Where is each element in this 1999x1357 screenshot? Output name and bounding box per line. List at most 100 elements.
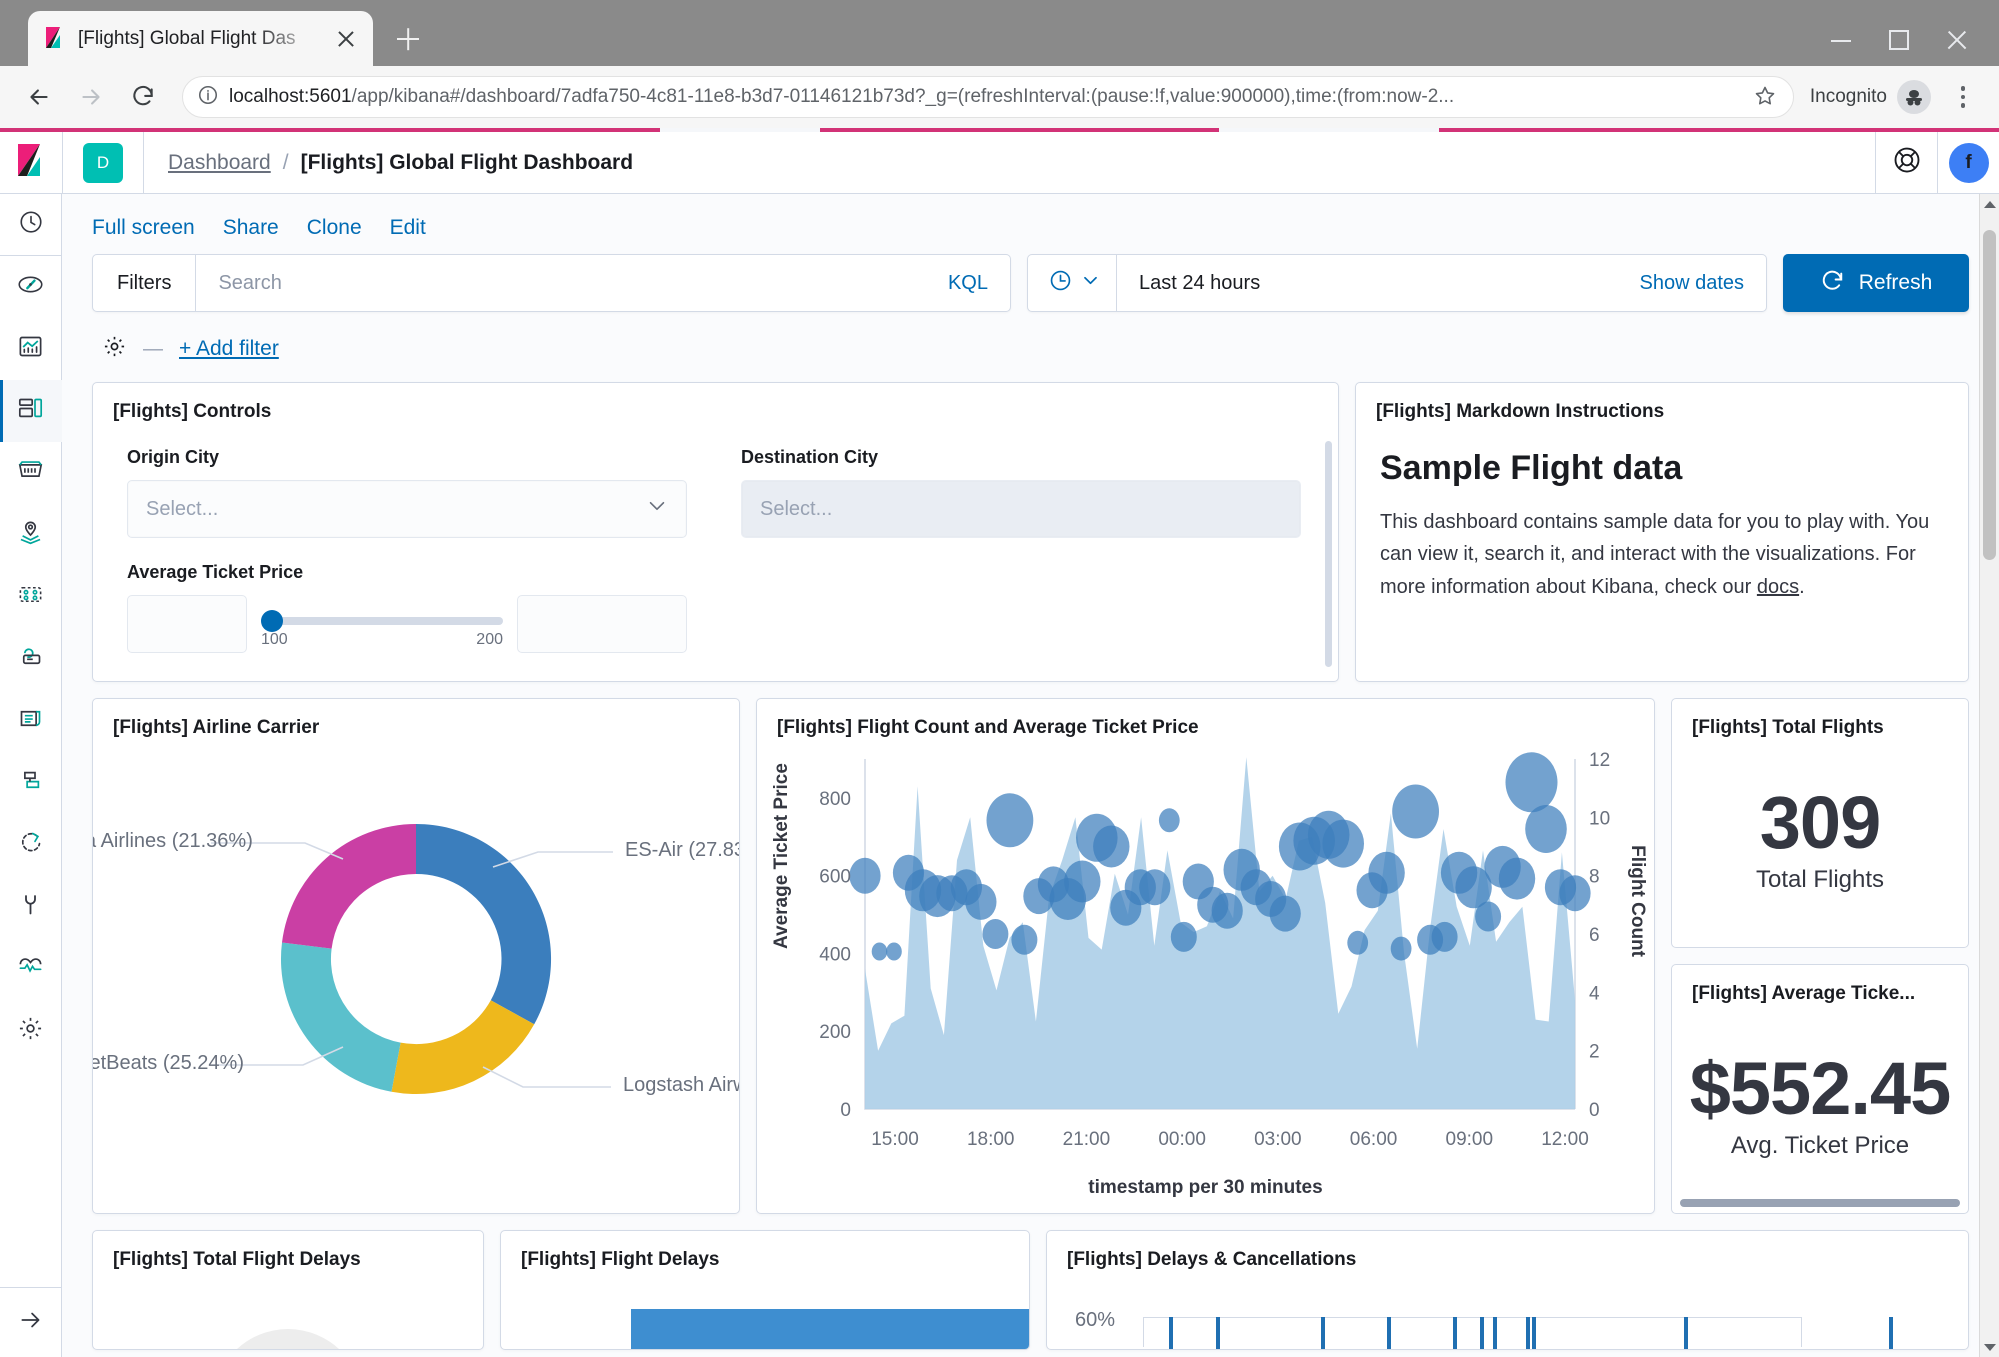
panel-flights-controls: [Flights] Controls Origin City Select... — [92, 382, 1339, 682]
sidebar-item-monitoring[interactable] — [0, 938, 62, 1000]
panel-title: [Flights] Total Flight Delays — [113, 1249, 361, 1270]
gear-icon[interactable] — [102, 334, 127, 364]
kql-language-button[interactable]: KQL — [926, 272, 1010, 295]
sidebar-item-machine-learning[interactable] — [0, 628, 62, 690]
x-tick: 21:00 — [1063, 1129, 1111, 1150]
delay-tick — [1684, 1317, 1689, 1349]
sidebar-item-logs[interactable] — [0, 690, 62, 752]
bubble-point — [1525, 805, 1567, 853]
controls-body: Origin City Select... Destination City S… — [93, 423, 1338, 653]
avg-ticket-panel-scrollbar[interactable] — [1680, 1199, 1960, 1207]
app-body: Full screen Share Clone Edit Filters KQL — [0, 194, 1999, 1357]
flight-count-chart[interactable]: 0 200 400 600 800 0 2 4 6 8 10 12 15:00 18:00 21:00 00:… — [757, 741, 1635, 1203]
destination-city-select[interactable]: Select... — [741, 480, 1301, 538]
uptime-wrench-icon — [17, 891, 44, 923]
sidebar-item-canvas[interactable] — [0, 442, 62, 504]
browser-tab[interactable]: [Flights] Global Flight Das — [28, 11, 373, 66]
fullscreen-button[interactable]: Full screen — [92, 216, 195, 240]
donut-label-jetbeats: letBeats (25.24%) — [92, 1052, 244, 1074]
x-tick: 09:00 — [1446, 1129, 1494, 1150]
sidebar-item-uptime[interactable] — [0, 876, 62, 938]
bubble-point — [1347, 930, 1369, 955]
origin-city-select[interactable]: Select... — [127, 480, 687, 538]
dashboard-row-1: [Flights] Controls Origin City Select... — [92, 382, 1969, 682]
sidebar-item-management[interactable] — [0, 1000, 62, 1062]
breadcrumb-dashboard-link[interactable]: Dashboard — [168, 151, 271, 175]
price-slider[interactable]: 100 200 — [261, 595, 503, 649]
window-maximize-button[interactable] — [1869, 14, 1927, 64]
price-min-input[interactable] — [127, 595, 247, 653]
show-dates-button[interactable]: Show dates — [1639, 272, 1766, 295]
add-filter-button[interactable]: + Add filter — [179, 337, 279, 361]
y2-axis-title: Flight Count — [1627, 845, 1648, 957]
sidebar-item-visualize[interactable] — [0, 318, 62, 380]
url-path: /app/kibana#/dashboard/7adfa750-4c81-11e… — [351, 86, 1455, 107]
dashboard-row-3: [Flights] Total Flight Delays [Flights] … — [92, 1230, 1969, 1350]
delay-tick — [1525, 1317, 1530, 1349]
dashboard-top-nav: Full screen Share Clone Edit — [62, 194, 1999, 254]
controls-panel-scrollbar[interactable] — [1325, 441, 1332, 667]
dashboard-grid: [Flights] Controls Origin City Select... — [62, 382, 1999, 1350]
forward-button[interactable] — [68, 74, 114, 120]
y2-tick: 8 — [1589, 867, 1600, 888]
bubble-point — [871, 942, 888, 961]
edit-button[interactable]: Edit — [390, 216, 426, 240]
clone-button[interactable]: Clone — [307, 216, 362, 240]
calendar-clock-icon — [1048, 268, 1073, 298]
sidebar-item-dashboard[interactable] — [0, 380, 62, 442]
panel-flights-flight-count-and-avg-ticket-price: [Flights] Flight Count and Average Ticke… — [756, 698, 1655, 1214]
sidebar-item-graph[interactable] — [0, 566, 62, 628]
new-tab-button[interactable] — [385, 17, 429, 61]
scroll-up-arrow-icon[interactable] — [1980, 194, 1999, 214]
site-info-icon[interactable] — [197, 84, 219, 111]
query-bar: Filters KQL — [62, 254, 1999, 312]
machine-learning-icon — [17, 643, 44, 675]
graph-nodes-icon — [17, 581, 44, 613]
address-bar[interactable]: localhost:5601/app/kibana#/dashboard/7ad… — [182, 76, 1794, 118]
refresh-button[interactable]: Refresh — [1783, 254, 1969, 312]
docs-link[interactable]: docs — [1757, 576, 1799, 598]
sidebar-item-recently-viewed[interactable] — [0, 194, 62, 256]
sidebar-item-maps[interactable] — [0, 504, 62, 566]
sidebar-collapse-button[interactable] — [0, 1287, 62, 1357]
infrastructure-icon — [17, 767, 44, 799]
incognito-indicator[interactable]: Incognito — [1810, 80, 1937, 114]
time-range-value[interactable]: Last 24 hours — [1117, 272, 1639, 295]
sidebar-item-infrastructure[interactable] — [0, 752, 62, 814]
page-scrollbar[interactable] — [1979, 194, 1999, 1357]
scroll-down-arrow-icon[interactable] — [1980, 1337, 1999, 1357]
y-tick: 200 — [819, 1022, 851, 1043]
app-badge: D — [83, 142, 123, 183]
search-group: Filters KQL — [92, 254, 1011, 312]
panel-title: [Flights] Delays & Cancellations — [1067, 1249, 1357, 1270]
window-minimize-button[interactable] — [1811, 14, 1869, 64]
panel-flights-flight-delays: [Flights] Flight Delays — [500, 1230, 1030, 1350]
back-button[interactable] — [16, 74, 62, 120]
window-close-button[interactable] — [1927, 14, 1985, 64]
browser-menu-button[interactable] — [1943, 75, 1983, 119]
sidebar-item-discover[interactable] — [0, 256, 62, 318]
y-axis-title: Average Ticket Price — [771, 763, 792, 949]
help-button[interactable] — [1875, 131, 1937, 194]
tab-close-icon[interactable] — [333, 26, 359, 52]
chevron-down-icon — [646, 495, 668, 523]
search-input[interactable] — [196, 271, 926, 295]
bubble-point — [982, 919, 1009, 949]
management-gear-icon — [17, 1015, 44, 1047]
user-menu-button[interactable]: f — [1937, 131, 1999, 194]
bookmark-star-icon[interactable] — [1753, 84, 1779, 110]
kibana-home-link[interactable] — [0, 132, 62, 194]
price-slider-thumb[interactable] — [261, 610, 283, 632]
share-button[interactable]: Share — [223, 216, 279, 240]
scrollbar-thumb[interactable] — [1983, 230, 1996, 560]
price-max-input[interactable] — [517, 595, 687, 653]
filter-separator: — — [143, 337, 163, 360]
sidebar-item-apm[interactable] — [0, 814, 62, 876]
delay-tick — [1321, 1317, 1326, 1349]
delay-tick — [1532, 1317, 1537, 1349]
reload-button[interactable] — [120, 74, 166, 120]
airline-carrier-donut-chart[interactable]: ES-Air (27.83%) Logstash Airways letBeat… — [93, 747, 739, 1213]
kibana-header: D Dashboard / [Flights] Global Flight Da… — [0, 131, 1999, 194]
quick-select-button[interactable] — [1028, 255, 1117, 311]
bubble-point — [1368, 851, 1405, 894]
